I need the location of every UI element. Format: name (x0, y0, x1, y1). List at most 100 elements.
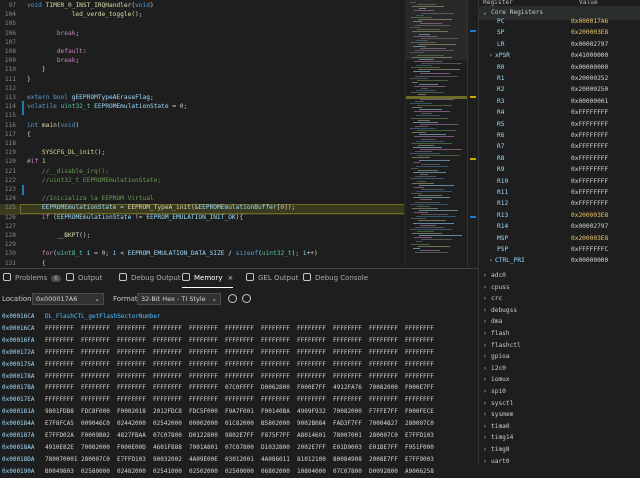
peripheral-item[interactable]: › debugss (479, 305, 640, 317)
memory-value[interactable]: FFFFFFFF (369, 323, 398, 335)
memory-value[interactable]: 4827FBAA (117, 430, 146, 442)
code-line[interactable]: //Inicializa la EEPROM Virtual (27, 194, 154, 203)
memory-value[interactable]: FFFFFFFF (225, 335, 254, 347)
memory-value[interactable]: 02541000 (153, 466, 182, 478)
memory-value[interactable]: F0009B02 (81, 430, 110, 442)
peripheral-item[interactable]: › timg8 (479, 444, 640, 456)
memory-value[interactable]: FFFFFFFF (45, 371, 74, 383)
memory-row[interactable]: 0x000172A FFFFFFFF FFFFFFFF FFFFFFFF FFFFFFF… (0, 347, 478, 359)
memory-value[interactable]: FFFFFFFF (153, 371, 182, 383)
format-select[interactable]: 32-Bit Hex - TI Style ⌄ (137, 293, 221, 305)
memory-value[interactable]: FFFFFFFF (153, 359, 182, 371)
code-line[interactable]: if (EEPROMEmulationState != EEPROM_EMULA… (27, 213, 243, 222)
memory-value[interactable]: FFFFFFFF (117, 323, 146, 335)
memory-value[interactable]: FFFFFFFF (225, 359, 254, 371)
memory-value[interactable]: FFFFFFFF (117, 335, 146, 347)
memory-value[interactable]: 4909F932 (297, 406, 326, 418)
memory-value[interactable]: FFFFFFFF (333, 347, 362, 359)
memory-value[interactable]: FFFFFFFF (297, 323, 326, 335)
memory-value[interactable]: A8014601 (297, 430, 326, 442)
chevron-right-icon[interactable]: › (489, 50, 493, 61)
memory-value[interactable]: FFFFFFFF (81, 347, 110, 359)
peripheral-item[interactable]: › timg14 (479, 432, 640, 444)
chevron-right-icon[interactable]: › (489, 255, 493, 266)
memory-value[interactable]: FFFFFFFF (405, 359, 434, 371)
location-input[interactable]: 0x000017A6 ⌄ (32, 293, 104, 305)
memory-value[interactable]: FFFFFFFF (189, 359, 218, 371)
memory-row[interactable]: 0x000178A FFFFFFFF FFFFFFFF FFFFFFFF FFFFFFF… (0, 371, 478, 383)
memory-value[interactable]: 02580000 (81, 466, 110, 478)
memory-row[interactable]: 0x000187A E7FFD02A F0009B02 4827FBAA 07C0780… (0, 430, 478, 442)
code-line[interactable]: void TIMER_0_INST_IRQHandler(void) (27, 1, 154, 10)
register-row[interactable]: R10 0xFFFFFFFF (479, 176, 640, 187)
memory-value[interactable]: 70082000 (333, 406, 362, 418)
peripheral-item[interactable]: › dma (479, 316, 640, 328)
memory-value[interactable]: FFFFFFFF (45, 335, 74, 347)
memory-value[interactable]: FFFFFFFF (369, 347, 398, 359)
minimap[interactable] (405, 0, 468, 268)
memory-value[interactable]: FFFFFFFF (261, 323, 290, 335)
memory-value[interactable]: 02500000 (225, 466, 254, 478)
memory-value[interactable]: FFFFFFFF (117, 347, 146, 359)
memory-value[interactable]: FFFFFFFF (225, 394, 254, 406)
register-row[interactable]: LR 0x00002797 (479, 39, 640, 50)
register-row[interactable]: R13 0x200003E8 (479, 210, 640, 221)
peripheral-item[interactable]: › flashctl (479, 340, 640, 352)
register-row[interactable]: R2 0x20000250 (479, 84, 640, 95)
code-line[interactable]: } (27, 75, 31, 84)
memory-value[interactable]: E01BE7FF (369, 442, 398, 454)
memory-value[interactable]: 07C07800 (153, 430, 182, 442)
code-line[interactable]: SYSCFG_DL_init(); (27, 148, 105, 157)
register-row[interactable]: R7 0xFFFFFFFF (479, 141, 640, 152)
tab-problems[interactable]: Problems 6 (3, 269, 62, 287)
memory-value[interactable]: FFFFFFFF (189, 394, 218, 406)
memory-value[interactable]: E7FFD02A (45, 430, 74, 442)
memory-value[interactable]: FFFFFFFF (81, 335, 110, 347)
memory-value[interactable]: 00002000 (189, 418, 218, 430)
memory-value[interactable]: FFFFFFFF (117, 359, 146, 371)
register-row[interactable]: R0 0x00000000 (479, 62, 640, 73)
register-row[interactable]: PSP 0xFFFFFFFC (479, 244, 640, 255)
memory-value[interactable]: FFFFFFFF (297, 335, 326, 347)
code-line[interactable]: #if 1 (27, 157, 46, 166)
memory-value[interactable]: 06802000 (261, 466, 290, 478)
memory-value[interactable]: B0049803 (45, 466, 74, 478)
memory-row[interactable]: 0x00016CA FFFFFFFF FFFFFFFF FFFFFFFF FFFFFFF… (0, 323, 478, 335)
register-row[interactable]: PC 0x000017A6 (479, 16, 640, 27)
peripheral-item[interactable]: › crc (479, 293, 640, 305)
memory-value[interactable]: FFFFFFFF (405, 394, 434, 406)
memory-value[interactable]: 07C0FFFF (225, 382, 254, 394)
code-line[interactable]: default: (27, 47, 87, 56)
memory-value[interactable]: E7FFD103 (405, 430, 434, 442)
memory-value[interactable]: FFFFFFFF (81, 382, 110, 394)
close-icon[interactable]: × (227, 274, 233, 282)
memory-value[interactable]: FFFFFFFF (261, 359, 290, 371)
peripheral-item[interactable]: › tima0 (479, 421, 640, 433)
memory-value[interactable]: FFFFFFFF (225, 371, 254, 383)
refresh-icon[interactable] (228, 294, 237, 303)
memory-value[interactable]: FFFFFFFF (405, 323, 434, 335)
memory-value[interactable]: FFFFFFFF (153, 382, 182, 394)
code-line[interactable]: int main(void) (27, 121, 79, 130)
memory-value[interactable]: FFFFFFFF (189, 371, 218, 383)
memory-value[interactable]: 280007C0 (369, 430, 398, 442)
memory-row[interactable]: 0x000181A 9801FDB8 FDC8F000 F0002018 2012FDC… (0, 406, 478, 418)
register-row[interactable]: R5 0xFFFFFFFF (479, 119, 640, 130)
memory-value[interactable]: 70082000 (81, 442, 110, 454)
tab-gel-output[interactable]: GEL Output (246, 269, 298, 287)
memory-value[interactable]: 10804000 (297, 466, 326, 478)
code-line[interactable]: } (27, 65, 46, 74)
memory-value[interactable]: 70004827 (369, 418, 398, 430)
memory-value[interactable]: 02542000 (153, 418, 182, 430)
memory-value[interactable]: B5802000 (261, 418, 290, 430)
register-row[interactable]: R12 0xFFFFFFFF (479, 198, 640, 209)
memory-value[interactable]: 2012FDC8 (153, 406, 182, 418)
memory-value[interactable]: D0122800 (189, 430, 218, 442)
memory-value[interactable]: F000FECE (405, 406, 434, 418)
memory-value[interactable]: 78007001 (333, 430, 362, 442)
code-line[interactable]: break; (27, 29, 79, 38)
memory-value[interactable]: 4912FA76 (333, 382, 362, 394)
memory-value[interactable]: FFFFFFFF (153, 335, 182, 347)
memory-value[interactable]: FFFFFFFF (45, 394, 74, 406)
memory-value[interactable]: F875F7FF (261, 430, 290, 442)
